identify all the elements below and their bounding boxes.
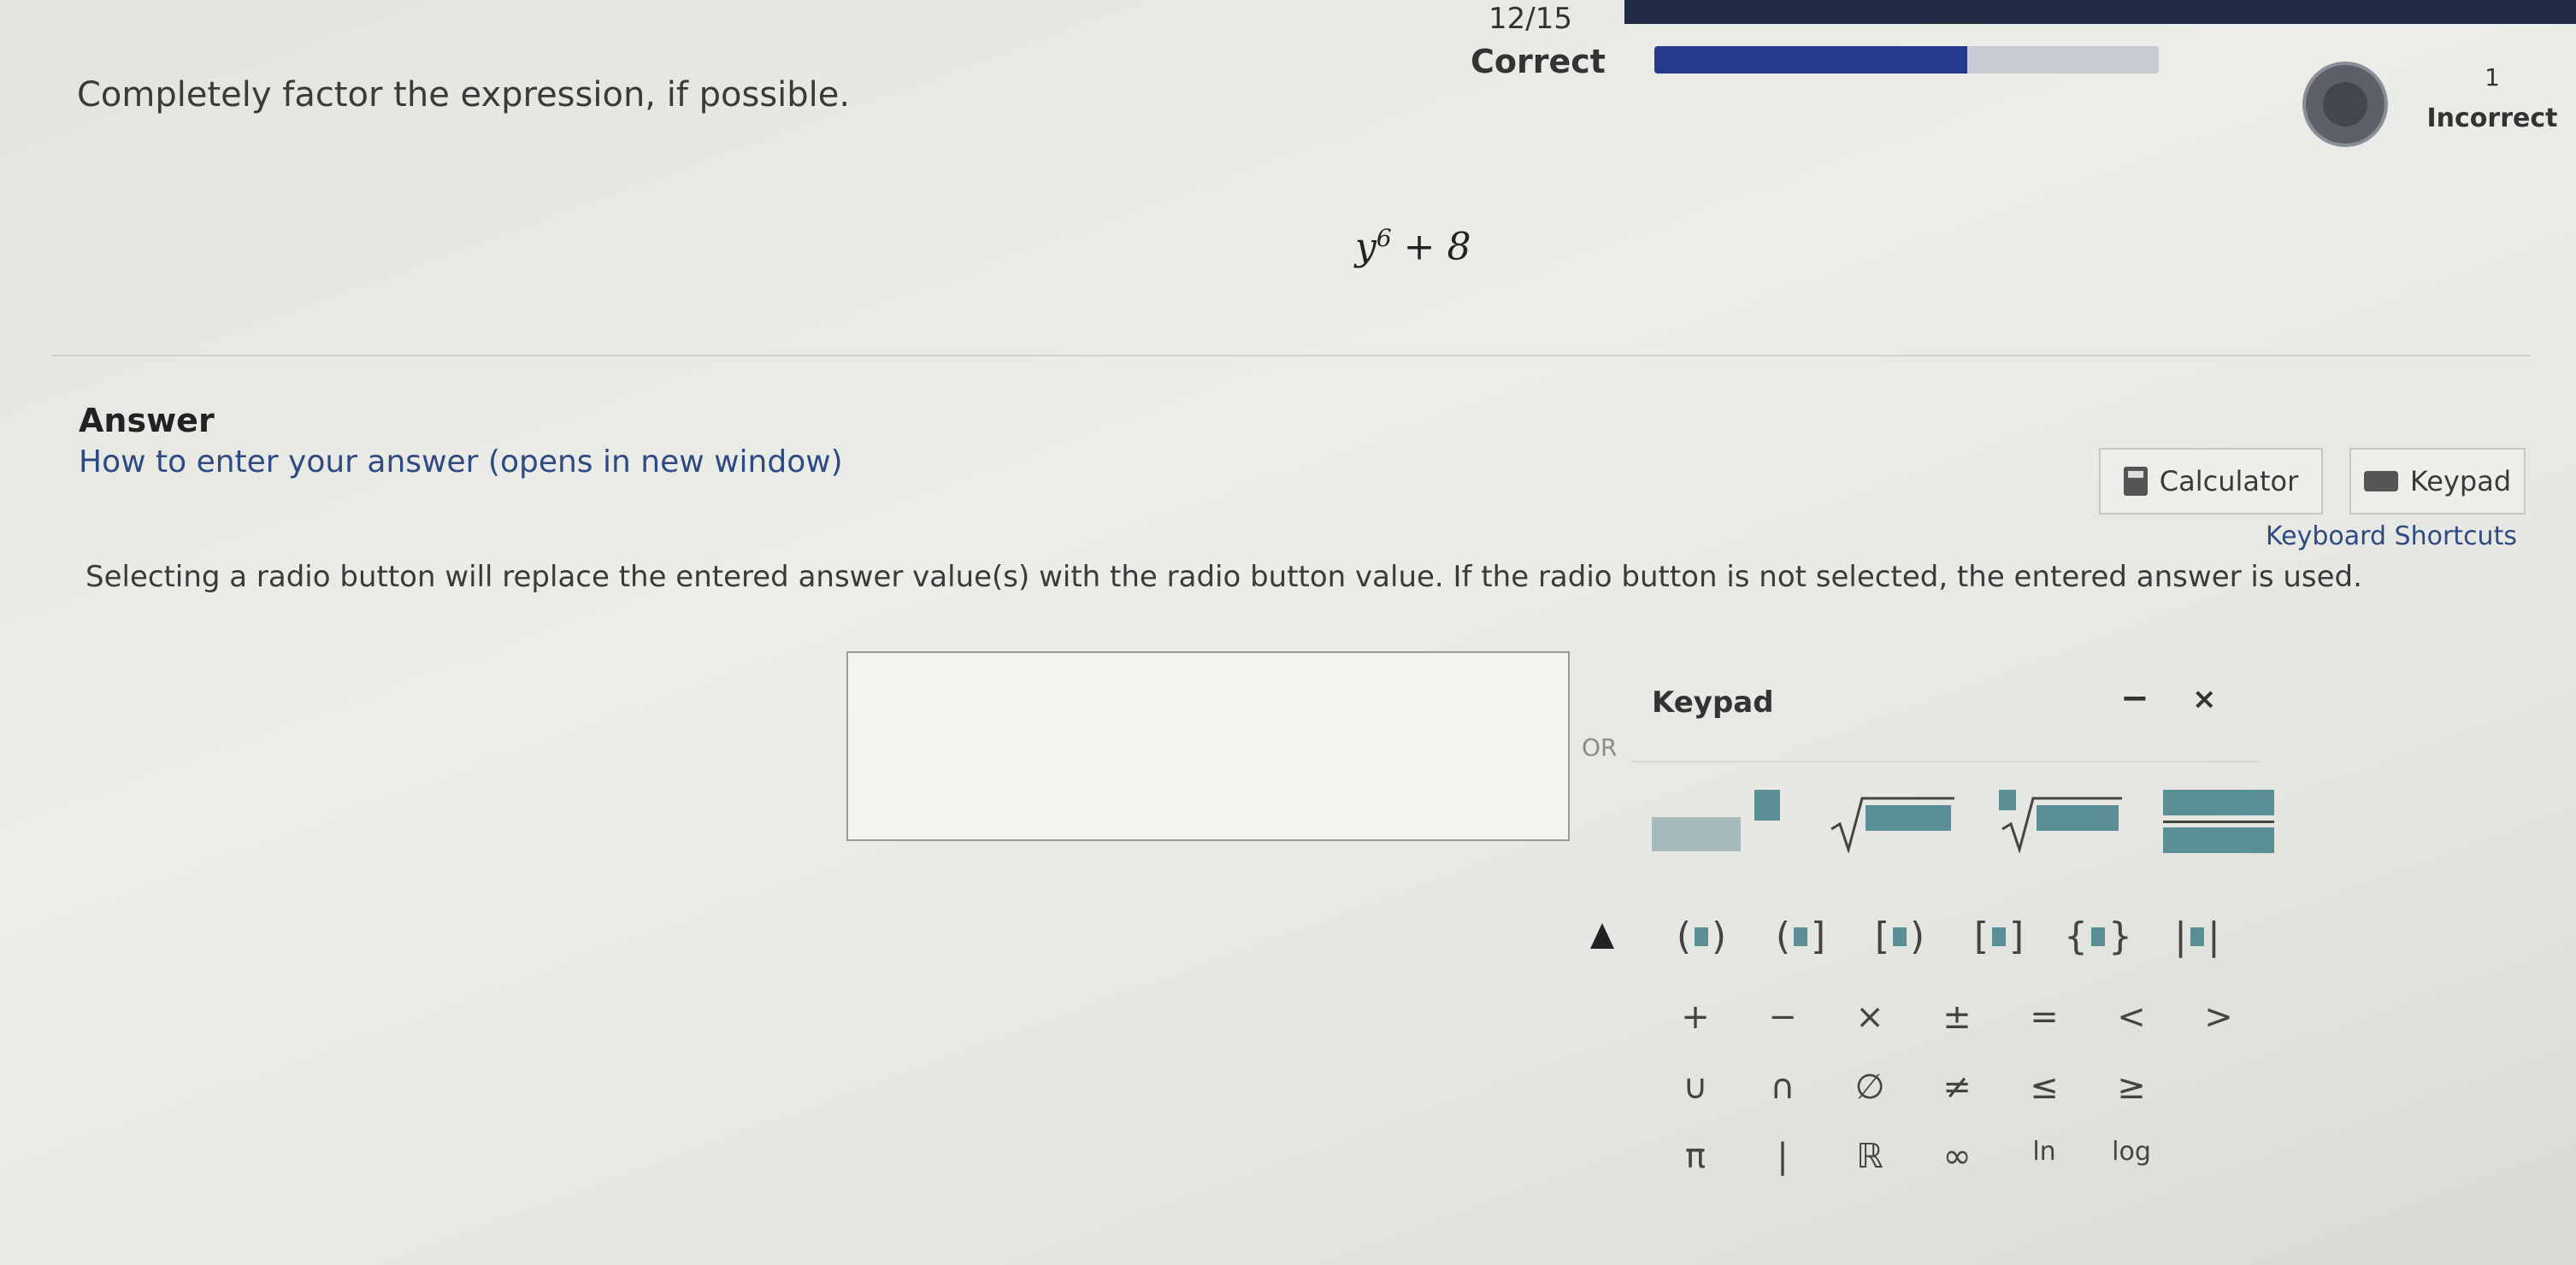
square-root-key[interactable] — [1828, 790, 1956, 853]
calculator-button[interactable]: Calculator — [2099, 448, 2323, 515]
template-row — [1652, 790, 2274, 853]
absolute-value-key[interactable]: | | — [2148, 915, 2247, 958]
incorrect-label: Incorrect — [2426, 103, 2558, 133]
exponent-key[interactable] — [1652, 790, 1789, 851]
greater-equal-key[interactable]: ≥ — [2088, 1068, 2175, 1107]
greater-than-key[interactable]: > — [2175, 997, 2262, 1037]
plus-key[interactable]: + — [1652, 997, 1739, 1037]
less-equal-key[interactable]: ≤ — [2001, 1068, 2088, 1107]
avatar[interactable] — [2302, 62, 2388, 147]
paren-key[interactable]: () — [1652, 915, 1751, 958]
nth-root-key[interactable] — [1995, 790, 2124, 853]
bracket-key[interactable]: [] — [1949, 915, 2048, 958]
reals-key[interactable]: ℝ — [1826, 1137, 1913, 1176]
log-key[interactable]: log — [2088, 1137, 2175, 1176]
minus-key[interactable]: − — [1739, 997, 1826, 1037]
progress-fill — [1654, 46, 1967, 74]
keypad-title: Keypad — [1652, 685, 1774, 720]
progress-bar — [1654, 46, 2159, 74]
expression-exponent: 6 — [1376, 224, 1392, 252]
mouse-cursor — [1590, 923, 1614, 949]
brace-key[interactable]: {} — [2048, 915, 2148, 958]
pi-key[interactable]: π — [1652, 1137, 1739, 1176]
math-expression: y6 + 8 — [1355, 224, 1471, 269]
correct-label: Correct — [1471, 43, 1606, 80]
operator-row: + − × ± = < > — [1652, 997, 2262, 1037]
incorrect-score: 1 Incorrect — [2411, 63, 2573, 133]
calculator-icon — [2123, 467, 2148, 496]
correct-count: 12/15 — [1488, 2, 1572, 36]
symbol-row: π | ℝ ∞ ln log — [1652, 1137, 2175, 1176]
keypad-button[interactable]: Keypad — [2349, 448, 2526, 515]
less-than-key[interactable]: < — [2088, 997, 2175, 1037]
divider — [51, 355, 2531, 356]
set-row: ∪ ∩ ∅ ≠ ≤ ≥ — [1652, 1068, 2175, 1107]
keypad-panel: Keypad − × () (] [) [] {} | | + − × ± … — [1631, 651, 2274, 1215]
top-bar — [1624, 0, 2576, 24]
how-to-enter-link[interactable]: How to enter your answer (opens in new w… — [79, 444, 843, 480]
intersection-key[interactable]: ∩ — [1739, 1068, 1826, 1107]
equals-key[interactable]: = — [2001, 997, 2088, 1037]
keyboard-shortcuts-link[interactable]: Keyboard Shortcuts — [2266, 521, 2517, 551]
correct-score: 12/15 Correct — [1471, 2, 1606, 80]
or-label: OR — [1582, 733, 1618, 762]
incorrect-count: 1 — [2485, 63, 2500, 91]
plus-minus-key[interactable]: ± — [1913, 997, 2001, 1037]
answer-title: Answer — [79, 402, 215, 439]
paren-bracket-key[interactable]: (] — [1751, 915, 1850, 958]
calculator-label: Calculator — [2159, 465, 2299, 497]
minimize-button[interactable]: − — [2120, 679, 2149, 718]
bracket-row: () (] [) [] {} | | — [1652, 915, 2247, 958]
times-key[interactable]: × — [1826, 997, 1913, 1037]
answer-input[interactable] — [846, 651, 1570, 841]
keypad-divider — [1631, 761, 2260, 762]
keyboard-icon — [2363, 471, 2398, 491]
question-prompt: Completely factor the expression, if pos… — [77, 75, 851, 115]
keypad-label: Keypad — [2409, 465, 2512, 497]
union-key[interactable]: ∪ — [1652, 1068, 1739, 1107]
empty-set-key[interactable]: ∅ — [1826, 1068, 1913, 1107]
close-button[interactable]: × — [2192, 682, 2217, 716]
ln-key[interactable]: ln — [2001, 1137, 2088, 1176]
fraction-key[interactable] — [2163, 790, 2274, 853]
such-that-key[interactable]: | — [1739, 1137, 1826, 1176]
expression-rest: + 8 — [1391, 225, 1471, 269]
bracket-paren-key[interactable]: [) — [1850, 915, 1949, 958]
radio-notice: Selecting a radio button will replace th… — [85, 560, 2362, 594]
not-equal-key[interactable]: ≠ — [1913, 1068, 2001, 1107]
expression-base: y — [1355, 225, 1376, 269]
infinity-key[interactable]: ∞ — [1913, 1137, 2001, 1176]
